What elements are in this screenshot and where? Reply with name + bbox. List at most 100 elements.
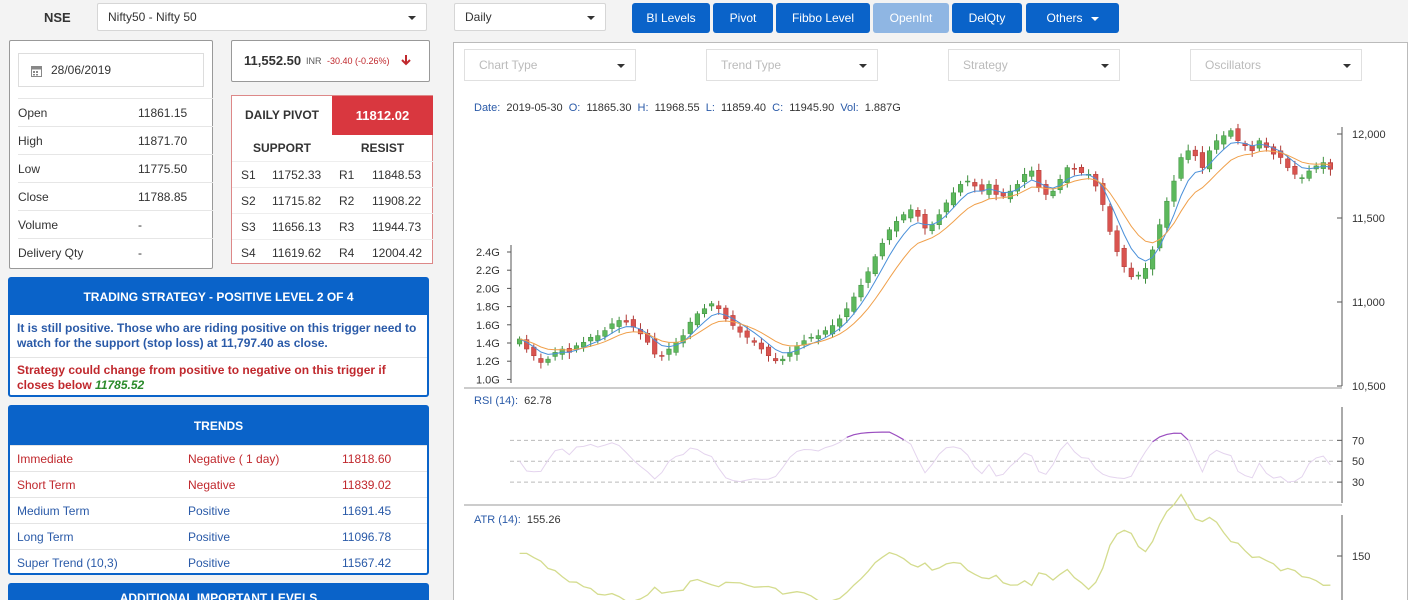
- others-button[interactable]: Others: [1026, 3, 1119, 33]
- trend-type-select[interactable]: Trend Type: [706, 49, 878, 81]
- support-value: 11752.33: [272, 168, 322, 182]
- pivot-panel: DAILY PIVOT 11812.02 SUPPORT RESIST S1 11…: [231, 95, 433, 264]
- candle-body: [958, 184, 964, 193]
- resist-label: R4: [339, 246, 355, 260]
- volume-tick-label: 1.8G: [476, 302, 500, 314]
- candle-body: [1029, 170, 1035, 177]
- quote-row-volume: Volume -: [18, 210, 213, 238]
- candle-body: [851, 296, 857, 312]
- chart-type-select[interactable]: Chart Type: [464, 49, 636, 81]
- ltp-change: -30.40 (-0.26%): [327, 56, 390, 66]
- trend-name: Long Term: [17, 530, 74, 544]
- candle-body: [1292, 166, 1298, 175]
- candle-body: [1150, 249, 1156, 270]
- interval-select[interactable]: Daily: [454, 3, 606, 31]
- quote-value: 11775.50: [138, 162, 188, 176]
- volume-tick-label: 2.0G: [476, 283, 500, 295]
- candle-body: [1050, 190, 1056, 197]
- atr-tick-label: 150: [1352, 551, 1370, 563]
- quote-panel: 28/06/2019 Open 11861.15 High 11871.70 Low…: [9, 40, 213, 269]
- candle-body: [822, 330, 828, 335]
- low-label: L:: [706, 102, 715, 114]
- symbol-select[interactable]: Nifty50 - Nifty 50: [97, 3, 427, 31]
- trend-name: Short Term: [17, 478, 76, 492]
- candle-body: [780, 358, 786, 362]
- chevron-down-icon: [587, 16, 595, 20]
- support-label: S4: [241, 246, 256, 260]
- candle-body: [886, 229, 892, 241]
- volume-tick-label: 1.4G: [476, 338, 500, 350]
- open-value: 11865.30: [586, 102, 631, 114]
- strategy-select[interactable]: Strategy: [948, 49, 1120, 81]
- rsi-tick-label: 50: [1352, 456, 1364, 468]
- additional-levels-header: ADDITIONAL IMPORTANT LEVELS: [8, 583, 429, 600]
- oscillators-select[interactable]: Oscillators: [1190, 49, 1362, 81]
- candle-body: [1114, 230, 1120, 252]
- trend-name: Medium Term: [17, 504, 90, 518]
- candle-body: [1299, 177, 1305, 179]
- high-label: H:: [638, 102, 649, 114]
- candle-body: [808, 337, 814, 339]
- resist-value: 11848.53: [372, 168, 422, 182]
- trend-name: Super Trend (10,3): [17, 556, 118, 570]
- candle-body: [694, 313, 700, 326]
- openint-button[interactable]: OpenInt: [873, 3, 949, 33]
- strategy-panel: TRADING STRATEGY - POSITIVE LEVEL 2 OF 4…: [8, 277, 429, 397]
- resist-value: 12004.42: [372, 246, 423, 260]
- resist-label: R2: [339, 194, 355, 208]
- trend-name: Immediate: [17, 452, 74, 466]
- fibbo-level-button[interactable]: Fibbo Level: [776, 3, 870, 33]
- date-picker[interactable]: 28/06/2019: [18, 53, 204, 87]
- candle-body: [744, 330, 750, 338]
- candle-body: [765, 346, 772, 357]
- ltp-price: 11,552.50: [244, 53, 302, 68]
- candle-body: [1078, 167, 1085, 173]
- quote-label: Volume: [18, 218, 59, 232]
- candle-body: [1128, 267, 1134, 278]
- open-label: O:: [569, 102, 581, 114]
- trends-panel: TRENDS Immediate Negative ( 1 day) 11818.6…: [8, 405, 429, 575]
- candle-body: [1235, 128, 1241, 141]
- candle-body: [950, 192, 957, 206]
- chevron-down-icon: [408, 16, 416, 20]
- ltp-currency: INR: [306, 56, 322, 66]
- pivot-button[interactable]: Pivot: [713, 3, 773, 33]
- support-value: 11715.82: [272, 194, 322, 208]
- volume-tick-label: 1.2G: [476, 356, 500, 368]
- trend-row: Short Term Negative 11839.02: [10, 471, 427, 497]
- trend-value: 11839.02: [342, 478, 392, 492]
- trend-value: 11818.60: [342, 452, 392, 466]
- candle-body: [673, 342, 679, 353]
- candle-body: [965, 180, 971, 183]
- trend-status: Positive: [188, 530, 231, 544]
- rsi-label: RSI (14):: [474, 395, 518, 407]
- candle-body: [865, 271, 871, 283]
- resist-label: R3: [339, 220, 355, 234]
- candle-body: [1249, 145, 1255, 152]
- price-chart[interactable]: Date: 2019-05-30 O: 11865.30 H: 11968.55…: [454, 87, 1407, 600]
- candle-body: [1306, 170, 1312, 179]
- candle-body: [666, 348, 672, 355]
- delqty-button[interactable]: DelQty: [952, 3, 1022, 33]
- candle-body: [1327, 162, 1333, 170]
- quote-row-close: Close 11788.85: [18, 182, 213, 210]
- candle-body: [730, 315, 736, 326]
- trend-row: Immediate Negative ( 1 day) 11818.60: [10, 445, 427, 471]
- rsi-plot: [519, 431, 1331, 483]
- candle-body: [1228, 130, 1234, 137]
- bi-levels-button[interactable]: BI Levels: [632, 3, 710, 33]
- trend-row: Super Trend (10,3) Positive 11567.42: [10, 549, 427, 575]
- candle-body: [893, 221, 900, 232]
- quote-row-delivery: Delivery Qty -: [18, 238, 213, 266]
- interval-select-value: Daily: [465, 10, 492, 24]
- candle-body: [1036, 170, 1042, 189]
- quote-label: Close: [18, 190, 49, 204]
- quote-value: -: [138, 218, 142, 232]
- candle-body: [1022, 174, 1028, 182]
- candle-body: [908, 209, 914, 219]
- atr-line: [519, 493, 1331, 600]
- chevron-down-icon: [1343, 64, 1351, 68]
- candle-body: [929, 224, 935, 232]
- candle-body: [1214, 140, 1220, 150]
- strategy-warning: Strategy could change from positive to n…: [17, 363, 417, 393]
